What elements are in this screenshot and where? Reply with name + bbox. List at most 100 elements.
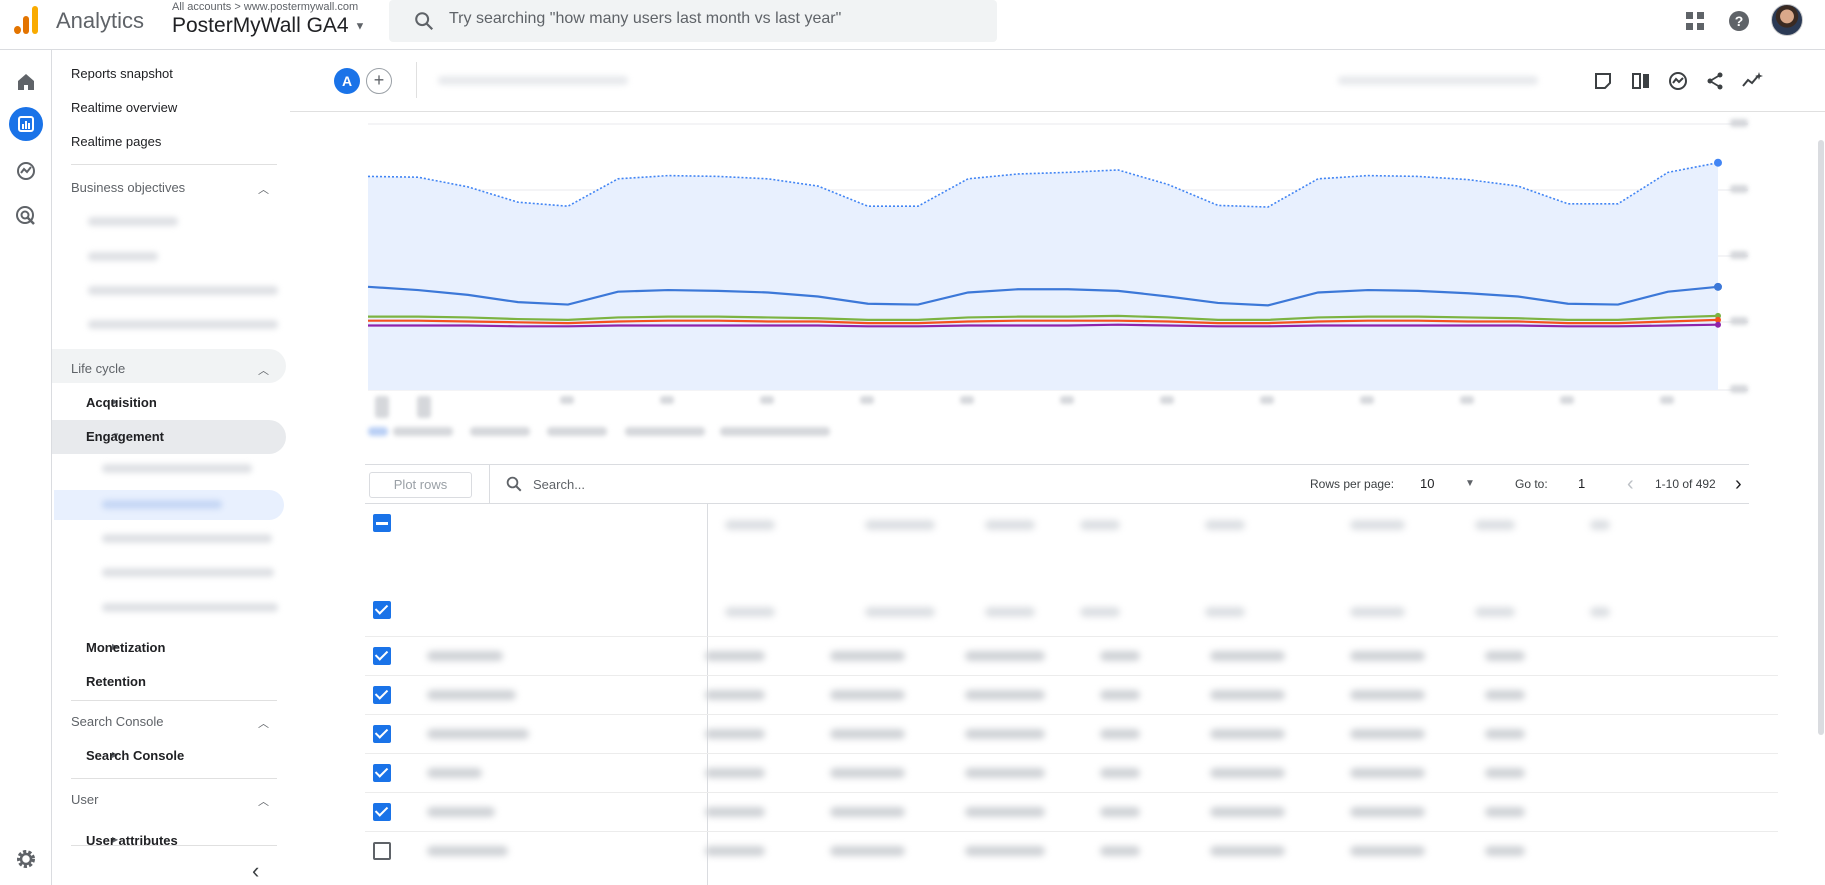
advertising-icon[interactable] [12,202,40,230]
blurred-metric-cell [1350,651,1425,661]
section-business-objectives[interactable]: Business objectives [71,180,185,195]
blurred-report-title [438,76,628,85]
row-checkbox[interactable] [373,842,391,860]
chevron-up-icon[interactable]: ︿ [258,793,269,809]
blurred-metric-cell [705,768,765,778]
blurred-legend-item[interactable] [547,427,607,436]
section-search-console[interactable]: Search Console [71,714,164,729]
blurred-nav-item[interactable] [88,217,178,226]
property-name: PosterMyWall GA4 [172,14,349,37]
goto-page-input[interactable]: 1 [1578,476,1585,491]
breadcrumb-all-accounts[interactable]: All accounts [172,1,231,13]
blurred-x-tick-label [1560,396,1574,404]
nav-search-console[interactable]: Search Console [86,748,184,763]
section-life-cycle[interactable]: Life cycle [71,361,125,376]
blurred-metric-cell [830,651,905,661]
row-checkbox[interactable] [373,725,391,743]
chevron-up-icon[interactable]: ︿ [258,362,269,378]
user-avatar[interactable] [1771,4,1803,36]
blurred-legend-item[interactable] [470,427,530,436]
next-page-icon[interactable]: › [1735,473,1742,496]
series-endpoint-4[interactable] [1715,321,1721,328]
blurred-nav-item-active[interactable] [102,500,222,509]
blurred-legend-item[interactable] [720,427,830,436]
blurred-legend-item[interactable] [368,427,388,436]
insights-note-icon[interactable] [1592,70,1614,92]
blurred-metric-cell [705,690,765,700]
dropdown-caret-icon[interactable]: ▼ [1465,478,1475,489]
chart-series-layer[interactable] [367,158,1722,390]
nav-monetization[interactable]: Monetization [86,640,165,655]
blurred-column-header[interactable] [1590,520,1610,530]
analytics-logo-icon[interactable] [14,6,40,34]
help-icon[interactable]: ? [1727,9,1751,33]
row-checkbox[interactable] [373,764,391,782]
blurred-metric-cell [965,768,1045,778]
blurred-column-header[interactable] [1205,520,1245,530]
nav-realtime-overview[interactable]: Realtime overview [71,100,177,115]
compare-icon[interactable] [1630,70,1652,92]
chevron-up-icon[interactable]: ︿ [258,181,269,197]
series-endpoint-1[interactable] [1714,282,1722,291]
section-user[interactable]: User [71,792,98,807]
blurred-nav-item[interactable] [88,320,278,329]
reports-icon[interactable] [9,107,43,141]
breadcrumb-site[interactable]: www.postermywall.com [244,1,358,13]
rows-per-page-select[interactable]: 10 [1420,476,1434,491]
apps-grid-icon[interactable] [1683,9,1707,33]
row-checkbox[interactable] [373,647,391,665]
plot-rows-button[interactable]: Plot rows [369,472,472,498]
blurred-nav-item[interactable] [102,603,278,612]
nav-retention[interactable]: Retention [86,674,146,689]
blurred-nav-item[interactable] [102,534,272,543]
top-search-bar[interactable]: Try searching "how many users last month… [389,0,997,42]
table-search-input[interactable]: Search... [533,477,585,492]
select-all-checkbox[interactable] [373,514,391,532]
chevron-up-icon[interactable]: ︿ [258,715,269,731]
nav-engagement[interactable]: Engagement [86,429,164,444]
blurred-dimension-cell [427,690,516,700]
row-divider [365,675,1778,676]
blurred-metric-cell [965,729,1045,739]
explore-icon[interactable] [12,157,40,185]
page-scrollbar[interactable] [1818,140,1824,735]
blurred-metric-cell [705,846,765,856]
blurred-legend-item[interactable] [393,427,453,436]
blurred-legend-item[interactable] [625,427,705,436]
home-icon[interactable] [12,68,40,96]
blurred-nav-item[interactable] [102,568,274,577]
blurred-column-header[interactable] [1475,520,1515,530]
blurred-nav-item[interactable] [88,286,278,295]
settings-gear-icon[interactable] [12,845,40,873]
prev-page-icon[interactable]: ‹ [1627,473,1634,496]
blurred-metric-cell [1350,729,1425,739]
blurred-dimension-cell [427,846,508,856]
collapse-nav-icon[interactable]: ‹ [252,858,259,884]
line-chart[interactable] [335,112,1778,457]
blurred-column-header[interactable] [865,520,935,530]
row-checkbox[interactable] [373,803,391,821]
blurred-column-header[interactable] [725,520,775,530]
blurred-date-range[interactable] [1338,76,1538,85]
blurred-nav-item[interactable] [102,464,252,473]
account-breadcrumb[interactable]: All accounts > www.postermywall.com [172,1,358,13]
comparison-chip[interactable]: A [334,68,360,94]
row-checkbox[interactable] [373,686,391,704]
search-icon [506,476,522,492]
insights-sparkle-icon[interactable] [1741,70,1763,92]
share-icon[interactable] [1704,70,1726,92]
property-selector[interactable]: PosterMyWall GA4 ▼ [172,14,365,38]
blurred-column-header[interactable] [1350,520,1405,530]
nav-reports-snapshot[interactable]: Reports snapshot [71,66,173,81]
blurred-column-header[interactable] [985,520,1035,530]
blurred-nav-item[interactable] [88,252,158,261]
nav-realtime-pages[interactable]: Realtime pages [71,134,161,149]
top-search-placeholder: Try searching "how many users last month… [449,10,842,27]
row-checkbox[interactable] [373,601,391,619]
series-endpoint-0[interactable] [1714,158,1722,167]
blurred-column-header[interactable] [1080,520,1120,530]
nav-acquisition[interactable]: Acquisition [86,395,157,410]
add-comparison-button[interactable]: + [366,68,392,94]
svg-text:?: ? [1735,13,1744,29]
trend-icon[interactable] [1667,70,1689,92]
